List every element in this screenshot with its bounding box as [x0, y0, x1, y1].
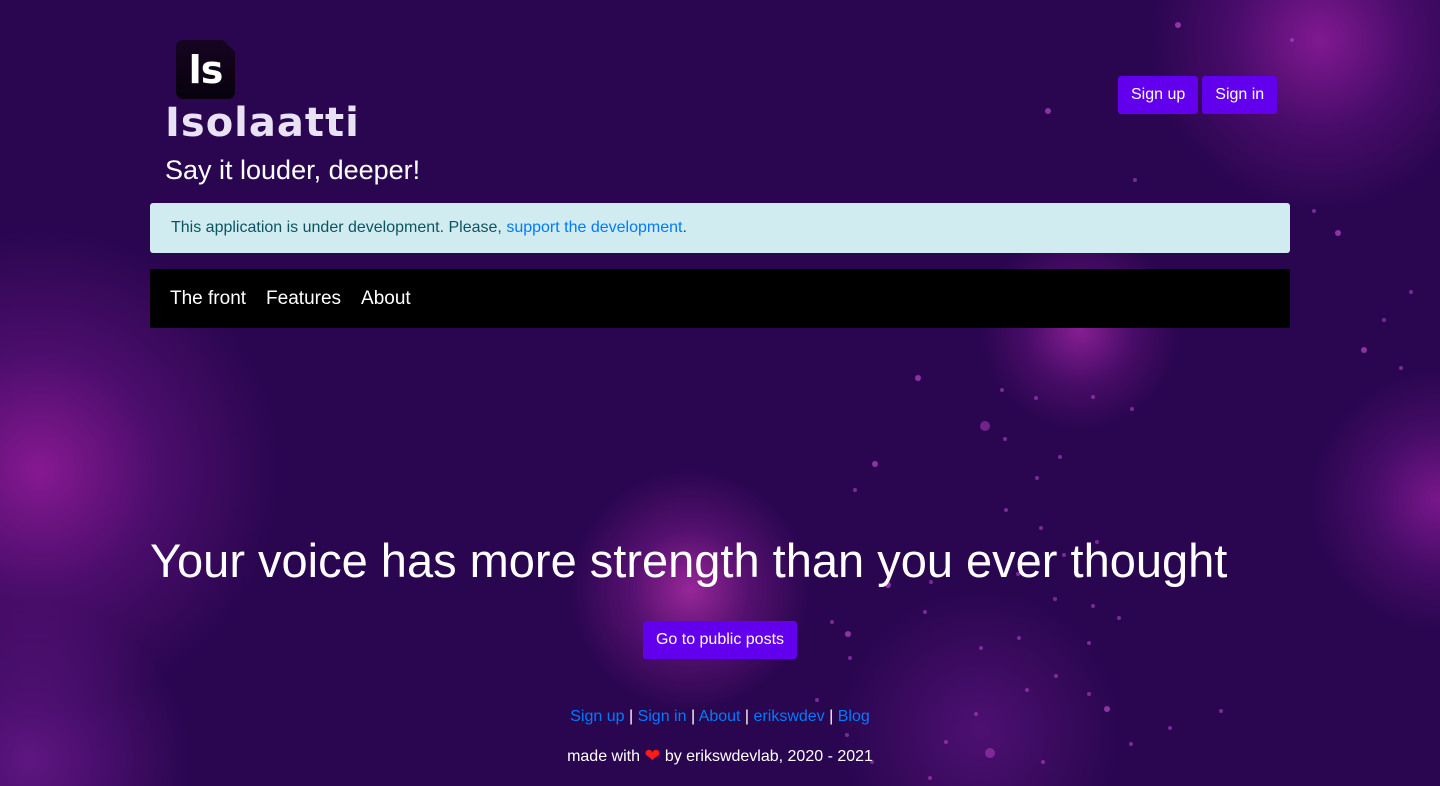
alert-suffix: .: [682, 219, 687, 236]
footer-credit: made with ❤ by erikswdevlab, 2020 - 2021: [0, 746, 1440, 767]
sign-up-button[interactable]: Sign up: [1118, 76, 1199, 114]
footer-separator: |: [744, 708, 750, 725]
footer-erikswdev-link[interactable]: erikswdev: [754, 708, 825, 725]
footer-sign-in-link[interactable]: Sign in: [638, 708, 687, 725]
support-link[interactable]: support the development: [506, 219, 682, 237]
auth-buttons: Sign up Sign in: [1118, 76, 1278, 114]
page: ls Isolaatti Say it louder, deeper! Sign…: [0, 0, 1440, 786]
hero-headline: Your voice has more strength than you ev…: [150, 534, 1228, 587]
credit-text: by erikswdevlab, 2020 - 2021: [664, 748, 873, 765]
development-alert: This application is under development. P…: [150, 203, 1290, 253]
alert-text: This application is under development. P…: [171, 219, 507, 236]
footer-sign-up-link[interactable]: Sign up: [570, 708, 624, 725]
public-posts-button[interactable]: Go to public posts: [643, 621, 797, 659]
footer-links: Sign up | Sign in | About | erikswdev | …: [0, 708, 1440, 726]
nav-item-the-front[interactable]: The front: [170, 288, 246, 310]
heart-icon: ❤: [644, 746, 661, 767]
footer-about-link[interactable]: About: [699, 708, 741, 725]
nav-item-features[interactable]: Features: [266, 288, 341, 310]
logo-glyph: ls: [188, 47, 224, 92]
tagline: Say it louder, deeper!: [165, 155, 421, 185]
footer-blog-link[interactable]: Blog: [838, 708, 870, 725]
logo-icon[interactable]: ls: [176, 40, 235, 99]
footer-separator: |: [690, 708, 696, 725]
brand-name: Isolaatti: [165, 100, 360, 146]
footer-separator: |: [628, 708, 634, 725]
nav-item-about[interactable]: About: [361, 288, 411, 310]
footer-separator: |: [829, 708, 834, 725]
sign-in-button[interactable]: Sign in: [1202, 76, 1278, 114]
made-with-text: made with: [567, 748, 640, 765]
main-nav: The front Features About: [150, 269, 1290, 328]
